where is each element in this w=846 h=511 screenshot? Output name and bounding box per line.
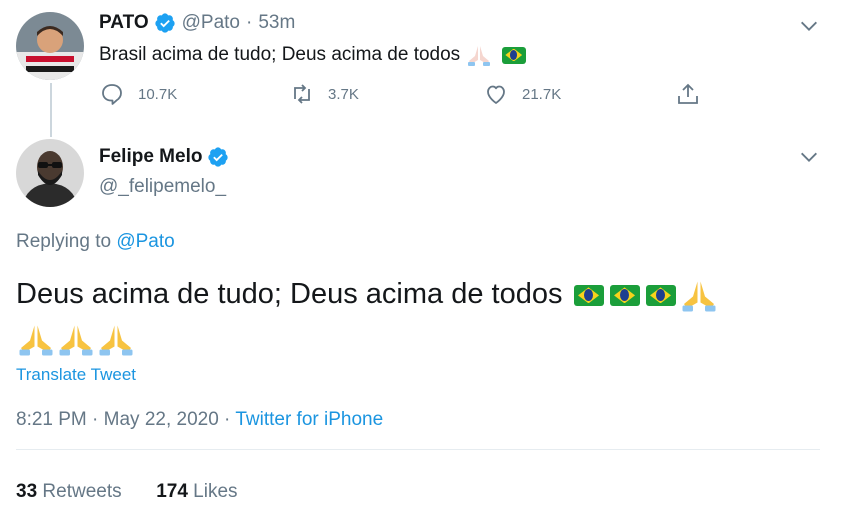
reply-text-content: Deus acima de tudo; Deus acima de todos [16, 278, 563, 310]
like-count: 21.7K [522, 85, 562, 103]
meta-separator: · [218, 409, 236, 430]
divider [16, 449, 820, 450]
chevron-down-icon[interactable] [798, 146, 820, 168]
retweet-action[interactable]: 3.7K [290, 82, 359, 106]
chevron-down-icon[interactable] [798, 15, 820, 37]
tweet-meta: 8:21 PM · May 22, 2020 · Twitter for iPh… [16, 409, 383, 431]
likes-label: Likes [187, 481, 238, 502]
tweet-text-content: Brasil acima de tudo; Deus acima de todo… [99, 44, 461, 66]
share-icon[interactable] [676, 82, 700, 106]
reply-author-name[interactable]: Felipe Melo [99, 146, 202, 168]
retweet-count: 3.7K [328, 85, 359, 103]
thread-line [50, 83, 52, 137]
avatar-felipe-melo[interactable] [16, 139, 84, 207]
time-ago[interactable]: 53m [258, 12, 295, 34]
tweet-header: PATO @Pato · 53m [99, 12, 295, 34]
verified-badge-icon [154, 13, 175, 33]
brazil-flag-icon [609, 284, 640, 306]
like-action[interactable]: 21.7K [484, 82, 561, 106]
brazil-flag-icon [573, 284, 604, 306]
reply-author-row: Felipe Melo [99, 146, 235, 168]
folded-hands-icon [682, 281, 716, 312]
folded-hands-icon [99, 325, 133, 356]
retweets-label: Retweets [37, 481, 122, 502]
replying-to: Replying to @Pato [16, 231, 175, 253]
retweets-stat[interactable]: 33 Retweets [16, 481, 122, 502]
tweet-actions: 10.7K 3.7K 21.7K [100, 82, 710, 112]
folded-hands-icon [19, 325, 53, 356]
reply-icon[interactable] [100, 82, 124, 106]
avatar-pato[interactable] [16, 12, 84, 80]
tweet-text: Brasil acima de tudo; Deus acima de todo… [99, 44, 529, 66]
dot-separator: · [246, 12, 253, 33]
author-handle[interactable]: @Pato [182, 12, 240, 34]
brazil-flag-icon [645, 284, 676, 306]
reply-author-handle[interactable]: @_felipemelo_ [99, 176, 226, 198]
folded-hands-icon [59, 325, 93, 356]
tweet-stats: 33 Retweets 174 Likes [16, 481, 238, 503]
translate-tweet-link[interactable]: Translate Tweet [16, 365, 136, 385]
retweets-count: 33 [16, 481, 38, 502]
reply-action[interactable]: 10.7K [100, 82, 177, 106]
reply-text: Deus acima de tudo; Deus acima de todos [16, 272, 816, 360]
replying-to-link[interactable]: @Pato [116, 231, 174, 252]
tweet-timestamp[interactable]: 8:21 PM · May 22, 2020 [16, 409, 219, 430]
author-name[interactable]: PATO [99, 12, 149, 34]
retweet-icon[interactable] [290, 82, 314, 106]
heart-icon[interactable] [484, 82, 508, 106]
verified-badge-icon [208, 147, 229, 167]
likes-stat[interactable]: 174 Likes [156, 481, 237, 502]
replying-prefix: Replying to [16, 231, 117, 252]
share-action[interactable] [676, 82, 714, 106]
brazil-flag-icon [501, 46, 526, 64]
reply-count: 10.7K [138, 85, 178, 103]
likes-count: 174 [156, 481, 188, 502]
folded-hands-light-icon [468, 46, 491, 66]
tweet-source-link[interactable]: Twitter for iPhone [235, 409, 383, 430]
